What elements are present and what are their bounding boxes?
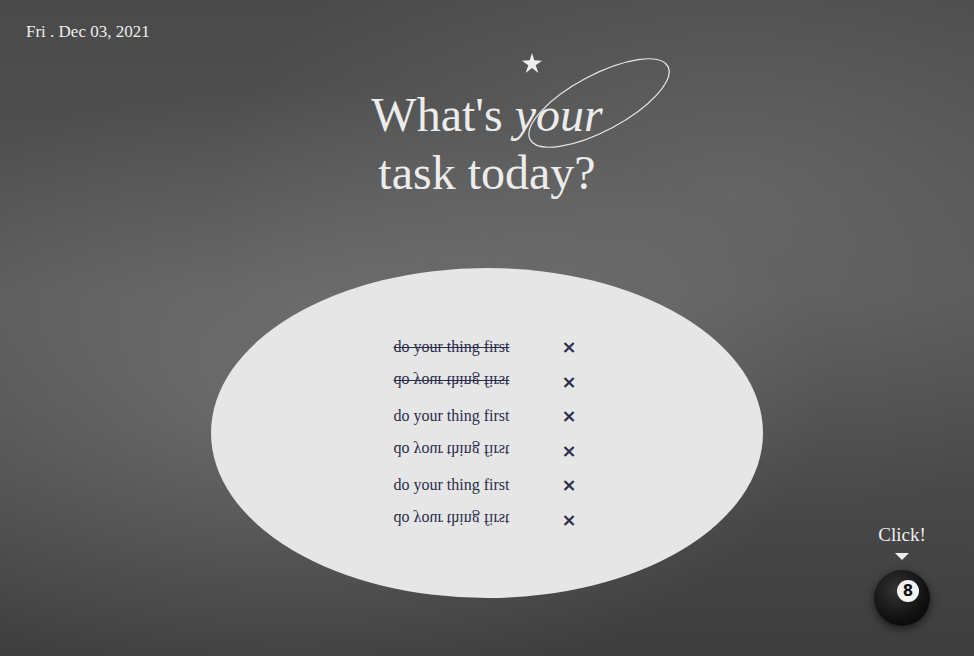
remove-button[interactable]: × <box>557 405 580 426</box>
remove-button[interactable]: × <box>557 509 580 530</box>
task-row[interactable]: do your thing first × <box>393 468 580 503</box>
eight-ball-button[interactable]: 8 <box>874 570 930 626</box>
title-line: task today? <box>371 144 602 202</box>
task-text: do your thing first <box>393 407 541 425</box>
task-text: do your thing first <box>393 510 541 528</box>
app-page: Fri . Dec 03, 2021 What's yourtask today?… <box>0 0 974 656</box>
task-panel: do your thing first × do your thing first ×… <box>211 268 763 598</box>
content: Fri . Dec 03, 2021 What's yourtask today?… <box>0 0 974 598</box>
task-row[interactable]: do your thing first × <box>393 364 580 399</box>
star-icon <box>521 52 543 74</box>
task-row[interactable]: do your thing first × <box>393 330 580 365</box>
click-hint: Click! <box>878 523 926 547</box>
task-row[interactable]: do your thing first × <box>393 502 580 537</box>
arrow-down-icon <box>895 553 909 560</box>
remove-button[interactable]: × <box>557 440 580 461</box>
action-area: Click! 8 <box>874 523 930 626</box>
ball-number: 8 <box>897 580 919 602</box>
task-row[interactable]: do your thing first × <box>393 433 580 468</box>
date-label: Fri . Dec 03, 2021 <box>26 20 150 44</box>
title-highlight: your <box>515 88 603 141</box>
remove-button[interactable]: × <box>557 474 580 495</box>
remove-button[interactable]: × <box>557 371 580 392</box>
task-text: do your thing first <box>393 441 541 459</box>
task-row[interactable]: do your thing first × <box>393 399 580 434</box>
title-line: What's your <box>371 86 602 144</box>
title: What's yourtask today? <box>371 86 602 202</box>
task-text: do your thing first <box>393 372 541 390</box>
task-text: do your thing first <box>393 476 541 494</box>
task-list: do your thing first × do your thing first ×… <box>393 330 580 537</box>
remove-button[interactable]: × <box>557 336 580 357</box>
task-text: do your thing first <box>393 338 541 356</box>
